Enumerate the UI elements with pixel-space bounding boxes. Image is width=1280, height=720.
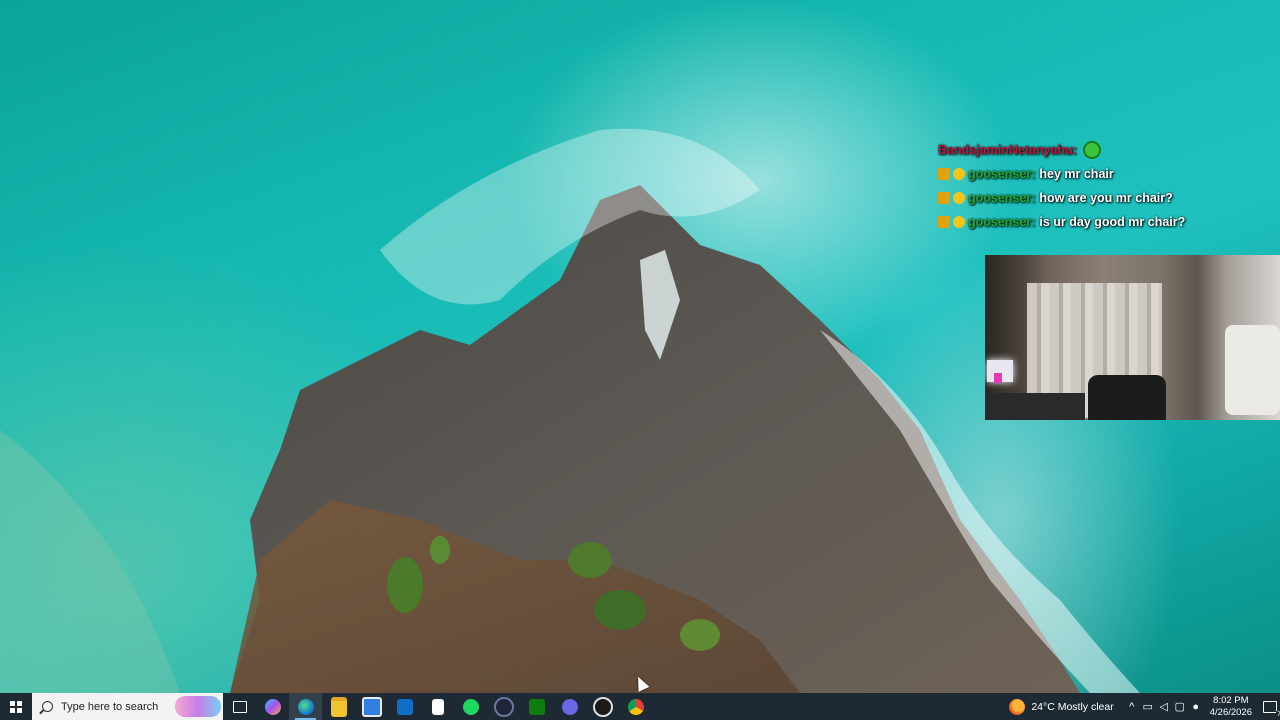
task-view-icon	[232, 700, 247, 713]
taskbar: Type here to search 24°C Mostly clear ^ …	[0, 693, 1280, 720]
copilot-icon	[264, 698, 281, 715]
webcam-light	[994, 373, 1002, 383]
chat-message: goosenser: is ur day good mr chair?	[938, 210, 1238, 234]
chat-text: is ur day good mr chair?	[1039, 215, 1186, 229]
gift-badge-icon	[953, 168, 965, 180]
chat-message: BandsjaminNetanyahu:	[938, 138, 1238, 162]
green-emote-icon	[1082, 141, 1101, 159]
spotify-icon	[462, 698, 479, 715]
xbox-icon	[528, 698, 545, 715]
microphone-icon[interactable]: ●	[1188, 693, 1204, 720]
volume-icon[interactable]: ◁	[1156, 693, 1172, 720]
taskbar-microsoft-store[interactable]	[355, 693, 388, 720]
start-button[interactable]	[0, 693, 32, 720]
gift-badge-icon	[953, 192, 965, 204]
notepad-icon	[431, 698, 444, 715]
chat-text: how are you mr chair?	[1039, 191, 1173, 205]
subscriber-badge-icon	[938, 216, 950, 228]
edge-icon	[297, 698, 314, 715]
weather-widget[interactable]: 24°C Mostly clear	[1031, 701, 1113, 713]
folder-icon	[330, 696, 347, 717]
notification-icon: 7	[1263, 700, 1280, 718]
webcam-chair	[1088, 375, 1166, 420]
webcam-desk	[985, 393, 1085, 420]
subscriber-badge-icon	[938, 192, 950, 204]
taskbar-discord[interactable]	[553, 693, 586, 720]
taskbar-clock[interactable]: 8:02 PM 4/26/2026	[1210, 695, 1252, 719]
clock-time: 8:02 PM	[1213, 694, 1249, 706]
chat-username: goosenser:	[968, 191, 1036, 205]
taskbar-task-view[interactable]	[223, 693, 256, 720]
discord-icon	[561, 698, 578, 715]
notification-center-button[interactable]: 7	[1260, 693, 1280, 720]
chat-text: hey mr chair	[1039, 167, 1114, 181]
chat-message: goosenser: how are you mr chair?	[938, 186, 1238, 210]
taskbar-copilot[interactable]	[256, 693, 289, 720]
chat-username: goosenser:	[968, 215, 1036, 229]
taskbar-app[interactable]	[487, 693, 520, 720]
chevron-up-icon[interactable]: ^	[1124, 693, 1140, 720]
taskbar-outlook[interactable]	[388, 693, 421, 720]
taskbar-search-box[interactable]: Type here to search	[32, 693, 223, 720]
network-icon[interactable]: ▢	[1172, 693, 1188, 720]
taskbar-spotify[interactable]	[454, 693, 487, 720]
search-icon	[42, 701, 53, 712]
taskbar-obs[interactable]	[586, 693, 619, 720]
clock-date: 4/26/2026	[1209, 706, 1252, 718]
outlook-icon	[396, 698, 413, 715]
chat-message: goosenser: hey mr chair	[938, 162, 1238, 186]
taskbar-notepad[interactable]	[421, 693, 454, 720]
taskbar-edge[interactable]	[289, 693, 322, 720]
obs-icon	[592, 696, 613, 717]
taskbar-xbox[interactable]	[520, 693, 553, 720]
gift-badge-icon	[953, 216, 965, 228]
chrome-icon	[627, 698, 644, 715]
chat-username: BandsjaminNetanyahu:	[938, 143, 1077, 157]
webcam-feed	[985, 255, 1280, 420]
subscriber-badge-icon	[938, 168, 950, 180]
taskbar-file-explorer[interactable]	[322, 693, 355, 720]
search-highlight-art-icon	[175, 696, 221, 717]
webcam-bag	[1225, 325, 1280, 415]
app-icon	[493, 696, 514, 717]
windows-logo-icon	[10, 700, 22, 713]
desktop-wallpaper: BandsjaminNetanyahu: goosenser: hey mr c…	[0, 0, 1280, 693]
system-tray: 24°C Mostly clear ^ ▭ ◁ ▢ ● 8:02 PM 4/26…	[1009, 693, 1280, 720]
chat-username: goosenser:	[968, 167, 1036, 181]
search-placeholder: Type here to search	[61, 700, 159, 713]
stream-chat-overlay: BandsjaminNetanyahu: goosenser: hey mr c…	[938, 138, 1238, 234]
store-icon	[361, 696, 382, 717]
taskbar-chrome[interactable]	[619, 693, 652, 720]
weather-icon[interactable]	[1009, 698, 1026, 715]
notification-count: 7	[1276, 710, 1280, 718]
battery-icon[interactable]: ▭	[1140, 693, 1156, 720]
